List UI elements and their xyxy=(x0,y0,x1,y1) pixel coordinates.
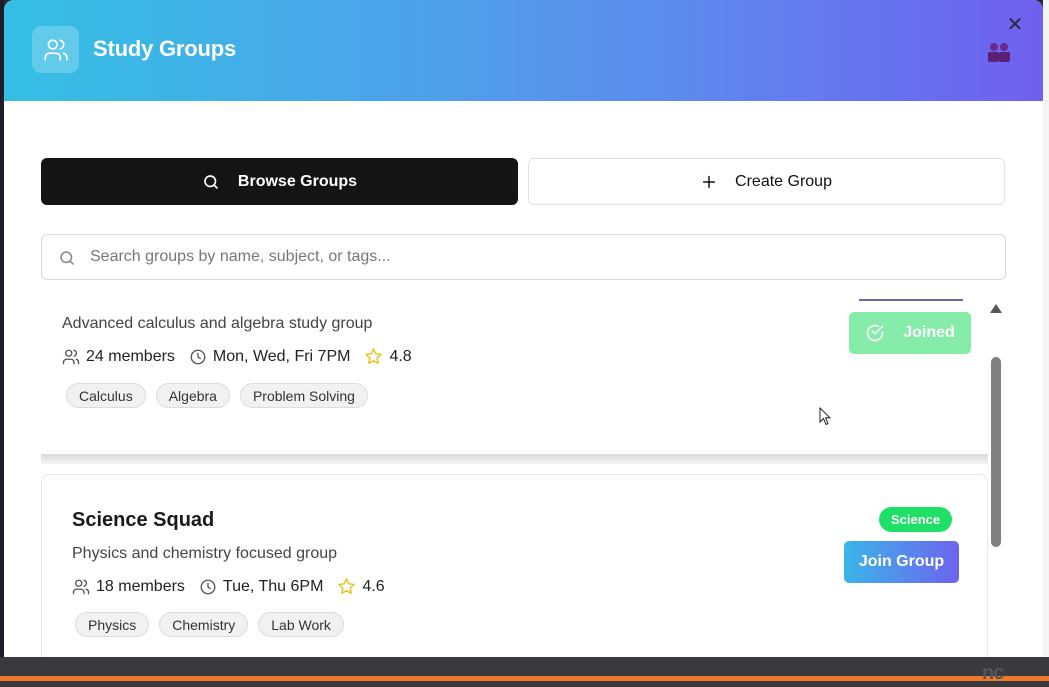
members-count: 24 members xyxy=(86,347,175,365)
clock-icon xyxy=(190,349,206,364)
card-divider xyxy=(859,299,963,301)
search-input[interactable] xyxy=(90,235,970,279)
tag-chip[interactable]: Algebra xyxy=(155,383,230,408)
search-field-container xyxy=(41,234,1006,280)
tag-chip[interactable]: Calculus xyxy=(66,383,146,408)
tag-list: Physics Chemistry Lab Work xyxy=(75,612,354,637)
joined-label: Joined xyxy=(903,324,955,341)
group-description: Advanced calculus and algebra study grou… xyxy=(62,315,373,332)
group-card-science: Science Squad Science Physics and chemis… xyxy=(41,474,988,657)
schedule-text: Tue, Thu 6PM xyxy=(222,577,324,595)
taskbar xyxy=(0,657,1049,687)
members-info: 18 members xyxy=(72,578,185,596)
mouse-cursor-icon xyxy=(819,407,831,426)
header-users-icon xyxy=(32,26,79,73)
members-icon xyxy=(62,349,80,364)
subject-badge: Science xyxy=(879,507,953,532)
corner-logo: nc xyxy=(982,662,1004,684)
schedule-info: Tue, Thu 6PM xyxy=(199,577,324,596)
schedule-text: Mon, Wed, Fri 7PM xyxy=(212,347,351,365)
members-icon xyxy=(72,579,90,594)
check-circle-icon xyxy=(866,324,884,342)
scroll-up-arrow-icon[interactable] xyxy=(990,304,1002,313)
tab-browse-label: Browse Groups xyxy=(237,172,358,190)
modal-header: Study Groups ✕ xyxy=(4,0,1043,101)
group-meta: 24 members Mon, Wed, Fri 7PM 4.8 xyxy=(62,347,426,366)
rating-value: 4.6 xyxy=(362,577,385,595)
plus-icon xyxy=(702,175,716,188)
group-description: Physics and chemistry focused group xyxy=(72,545,338,562)
tab-browse-groups[interactable]: Browse Groups xyxy=(41,158,518,205)
clock-icon xyxy=(200,579,216,594)
rating-info: 4.8 xyxy=(364,347,412,366)
search-icon xyxy=(60,251,74,265)
background-edge xyxy=(1043,0,1049,657)
tag-chip[interactable]: Chemistry xyxy=(159,612,249,637)
group-meta: 18 members Tue, Thu 6PM 4.6 xyxy=(72,577,399,596)
tag-chip[interactable]: Problem Solving xyxy=(239,383,368,408)
search-icon xyxy=(204,174,218,189)
star-icon xyxy=(365,348,383,365)
close-button[interactable]: ✕ xyxy=(1004,14,1026,36)
members-info: 24 members xyxy=(62,348,175,366)
group-card-math: Advanced calculus and algebra study grou… xyxy=(41,296,988,456)
group-list: Advanced calculus and algebra study grou… xyxy=(41,296,988,657)
people-emoji-icon xyxy=(988,43,1010,62)
rating-info: 4.6 xyxy=(337,577,385,596)
study-groups-modal: Study Groups ✕ Browse Groups Create Grou… xyxy=(4,0,1043,657)
scrollbar[interactable] xyxy=(990,300,1002,657)
scrollbar-thumb[interactable] xyxy=(991,357,1001,547)
tab-create-label: Create Group xyxy=(735,172,832,190)
tab-create-group[interactable]: Create Group xyxy=(528,158,1005,205)
progress-line xyxy=(0,676,1049,681)
modal-title: Study Groups xyxy=(93,36,237,61)
members-count: 18 members xyxy=(96,577,185,595)
group-title: Science Squad xyxy=(72,509,215,531)
card-separator xyxy=(41,454,988,464)
joined-button[interactable]: Joined xyxy=(849,312,971,354)
tag-chip[interactable]: Lab Work xyxy=(258,612,344,637)
schedule-info: Mon, Wed, Fri 7PM xyxy=(189,347,351,366)
rating-value: 4.8 xyxy=(389,347,412,365)
tag-list: Calculus Algebra Problem Solving xyxy=(66,383,378,408)
tag-chip[interactable]: Physics xyxy=(75,612,150,637)
join-group-button[interactable]: Join Group xyxy=(844,541,959,583)
star-icon xyxy=(338,578,356,595)
